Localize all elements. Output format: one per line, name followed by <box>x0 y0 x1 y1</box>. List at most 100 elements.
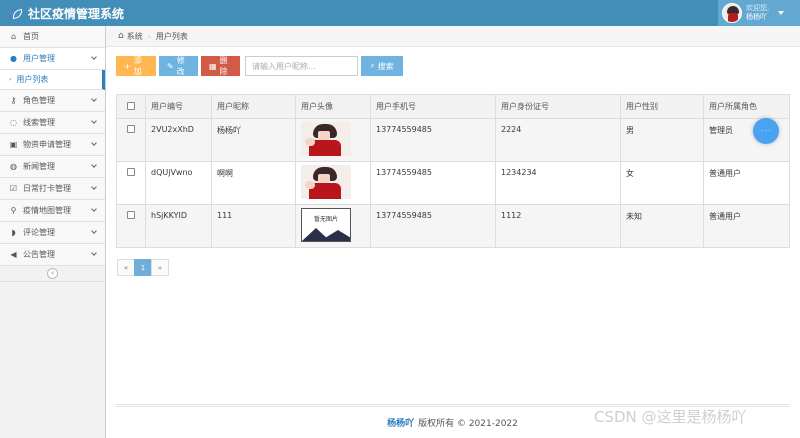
column-header: 用户昵称 <box>211 94 296 119</box>
select-all-checkbox-cell[interactable] <box>116 94 146 119</box>
cell-nickname: 啊啊 <box>211 161 296 205</box>
cell-id: hSjKKYID <box>145 204 212 248</box>
chevron-down-icon <box>91 206 97 212</box>
bag-icon: ▣ <box>9 140 18 149</box>
sidebar-item-1[interactable]: ● 用户管理 <box>0 48 105 70</box>
sidebar-item-label: 线索管理 <box>23 118 55 127</box>
user-table: 用户编号 用户昵称 用户头像 用户手机号 用户身份证号 用户性别 用户所属角色 2VU2xX… <box>116 94 790 248</box>
cell-idcard: 1234234 <box>495 161 621 205</box>
chevron-right-icon: › <box>9 76 12 83</box>
column-header: 用户所属角色 <box>703 94 790 119</box>
row-checkbox-cell[interactable] <box>116 204 146 248</box>
welcome-text: 欢迎您, 杨杨吖 <box>746 4 769 22</box>
cell-nickname: 111 <box>211 204 296 248</box>
breadcrumb-root[interactable]: 系统 <box>127 31 143 42</box>
sidebar-item-6[interactable]: ☑ 日常打卡管理 <box>0 178 105 200</box>
search-icon: ⌕ <box>370 61 375 70</box>
welcome-greeting: 欢迎您, <box>746 4 770 12</box>
lightbulb-icon: ◌ <box>10 118 17 127</box>
map-pin-icon: ⚲ <box>10 206 17 215</box>
cell-role: 普通用户 <box>703 161 790 205</box>
app-title: 社区疫情管理系统 <box>28 7 125 21</box>
sidebar-item-8[interactable]: ◗ 评论管理 <box>0 222 105 244</box>
sidebar-item-label: 疫情地图管理 <box>23 206 71 215</box>
cell-id: dQUjVwno <box>145 161 212 205</box>
check-square-icon: ☑ <box>9 184 18 193</box>
footer-copyright: 版权所有 © 2021-2022 <box>418 419 518 429</box>
ellipsis-icon: · · · <box>761 127 771 135</box>
row-checkbox-cell[interactable] <box>116 161 146 205</box>
column-header: 用户头像 <box>295 94 371 119</box>
sidebar-item-7[interactable]: ⚲ 疫情地图管理 <box>0 200 105 222</box>
edit-button-label: 修改 <box>176 56 185 76</box>
row-checkbox[interactable] <box>127 211 135 219</box>
sidebar-item-label: 日常打卡管理 <box>23 184 71 193</box>
sidebar-item-4[interactable]: ▣ 物资申请管理 <box>0 134 105 156</box>
cell-id: 2VU2xXhD <box>145 118 212 162</box>
user-avatar <box>722 3 742 23</box>
user-menu[interactable]: 欢迎您, 杨杨吖 <box>718 0 800 26</box>
chevron-down-icon <box>91 140 97 146</box>
chevron-down-icon <box>91 250 97 256</box>
sidebar-subitem-label: 用户列表 <box>16 75 49 84</box>
chevron-down-icon <box>91 184 97 190</box>
cell-idcard: 2224 <box>495 118 621 162</box>
comment-icon: ◗ <box>11 228 16 237</box>
cell-gender: 未知 <box>620 204 704 248</box>
select-all-checkbox[interactable] <box>127 101 135 110</box>
sidebar-item-label: 公告管理 <box>23 250 55 259</box>
row-checkbox-cell[interactable] <box>116 118 146 162</box>
chevron-down-icon <box>91 54 97 60</box>
pagination-next[interactable]: » <box>151 259 169 276</box>
table-row[interactable]: dQUjVwno 啊啊 13774559485 1234234 女普通用户 <box>116 161 790 205</box>
search-button-label: 搜索 <box>377 61 394 71</box>
sidebar-item-5[interactable]: ◍ 新闻管理 <box>0 156 105 178</box>
cell-nickname: 杨杨吖 <box>211 118 296 162</box>
collapse-icon[interactable]: « <box>47 268 58 279</box>
sidebar-item-label: 物资申请管理 <box>23 140 71 149</box>
add-button[interactable]: + 添加 <box>116 56 156 76</box>
edit-button[interactable]: ✎ 修改 <box>159 56 198 76</box>
sidebar-item-0[interactable]: ⌂ 首页 <box>0 26 105 48</box>
chevron-down-icon <box>91 162 97 168</box>
chevron-down-icon <box>91 96 97 102</box>
search-button[interactable]: ⌕ 搜索 <box>361 56 403 76</box>
search-input[interactable] <box>245 56 358 76</box>
cell-phone: 13774559485 <box>370 161 496 205</box>
key-icon: ⚷ <box>10 96 17 105</box>
row-checkbox[interactable] <box>127 125 135 133</box>
cell-gender: 女 <box>620 161 704 205</box>
sidebar-item-2[interactable]: ⚷ 角色管理 <box>0 90 105 112</box>
cell-gender: 男 <box>620 118 704 162</box>
user-avatar-cell: 暂无图片 <box>295 204 371 248</box>
table-row[interactable]: hSjKKYID 111 暂无图片 13774559485 1112 未知 普通用户 <box>116 204 790 248</box>
cell-role: 普通用户 <box>703 204 790 248</box>
leaf-icon <box>11 8 24 19</box>
sidebar-item-label: 用户管理 <box>23 54 55 63</box>
sidebar-item-label: 新闻管理 <box>23 162 55 171</box>
table-header-row: 用户编号 用户昵称 用户头像 用户手机号 用户身份证号 用户性别 用户所属角色 <box>116 94 790 119</box>
user-icon: ● <box>10 54 17 63</box>
sidebar-item-3[interactable]: ◌ 线索管理 <box>0 112 105 134</box>
home-icon: ⌂ <box>118 31 124 41</box>
row-checkbox[interactable] <box>127 168 135 176</box>
cell-phone: 13774559485 <box>370 204 496 248</box>
breadcrumb-separator: › <box>147 31 151 41</box>
table-row[interactable]: 2VU2xXhD 杨杨吖 13774559485 2224 男管理员 <box>116 118 790 162</box>
sidebar-subitem-user-list[interactable]: › 用户列表 <box>0 70 105 90</box>
pagination-prev[interactable]: « <box>117 259 135 276</box>
chevron-down-icon <box>91 118 97 124</box>
floating-action-button[interactable]: · · · <box>753 118 779 144</box>
sidebar-item-label: 角色管理 <box>23 96 55 105</box>
footer-owner: 杨杨吖 <box>387 419 415 429</box>
avatar-image <box>301 122 351 156</box>
breadcrumb-current: 用户列表 <box>155 31 188 41</box>
watermark: CSDN @这里是杨杨吖 <box>594 408 747 426</box>
pagination-page[interactable]: 1 <box>134 259 152 276</box>
trash-icon: ▦ <box>209 61 217 71</box>
delete-button[interactable]: ▦ 删除 <box>201 56 240 76</box>
delete-button-label: 删除 <box>219 56 228 76</box>
sidebar-item-9[interactable]: ◀ 公告管理 <box>0 244 105 266</box>
app-brand[interactable]: 社区疫情管理系统 <box>11 5 125 22</box>
caret-down-icon <box>778 11 785 15</box>
